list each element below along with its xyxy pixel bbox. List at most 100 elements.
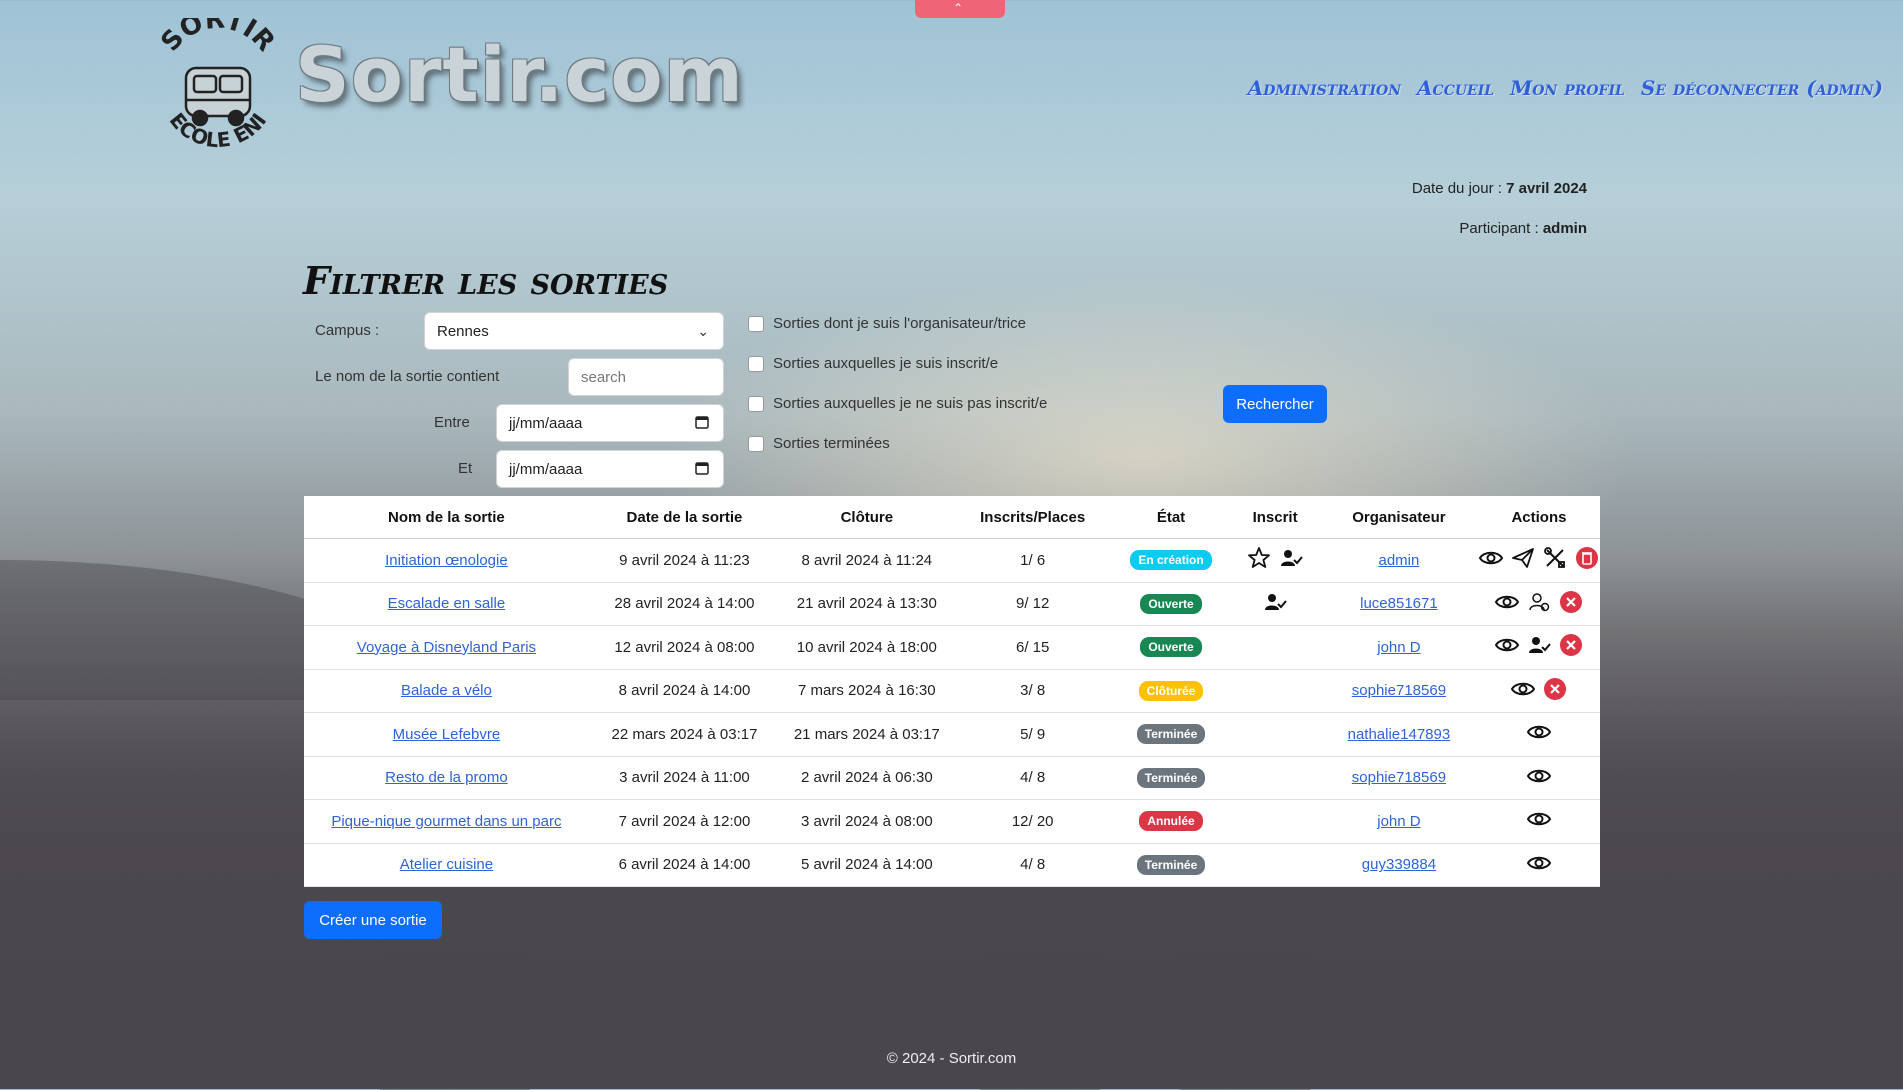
column-header: Actions bbox=[1477, 496, 1600, 539]
cancel-icon[interactable] bbox=[1558, 589, 1584, 615]
organisateur-link[interactable]: sophie718569 bbox=[1352, 682, 1446, 699]
nav-mon-profil[interactable]: Mon profil bbox=[1510, 76, 1625, 100]
status-badge: Terminée bbox=[1136, 854, 1206, 875]
checkbox-box[interactable] bbox=[748, 435, 764, 452]
checkbox-terminees[interactable]: Sorties terminées bbox=[748, 435, 890, 452]
campus-select[interactable]: Rennes ⌄ bbox=[424, 312, 724, 350]
sortie-cloture: 21 mars 2024 à 03:17 bbox=[793, 725, 940, 743]
status-badge: Ouverte bbox=[1140, 593, 1202, 614]
date-end-input[interactable]: jj/mm/aaaa bbox=[496, 450, 724, 488]
table-row: Pique-nique gourmet dans un parc 7 avril … bbox=[304, 799, 1600, 844]
sortie-name-link[interactable]: Atelier cuisine bbox=[400, 856, 493, 873]
user-check-icon bbox=[1265, 593, 1287, 610]
sortie-name-link[interactable]: Balade a vélo bbox=[401, 682, 492, 699]
star-icon bbox=[1248, 547, 1270, 569]
nav-accueil[interactable]: Accueil bbox=[1417, 76, 1494, 100]
cell-name: Voyage à Disneyland Paris bbox=[304, 625, 589, 670]
sortie-date: 7 avril 2024 à 12:00 bbox=[618, 812, 751, 830]
checkbox-box[interactable] bbox=[748, 395, 764, 412]
sortie-name-link[interactable]: Resto de la promo bbox=[385, 769, 508, 786]
calendar-icon[interactable] bbox=[695, 461, 709, 475]
organisateur-link[interactable]: john D bbox=[1377, 813, 1420, 830]
cell-name: Pique-nique gourmet dans un parc bbox=[304, 799, 589, 844]
logo: SORTIR ECOLE ENI bbox=[155, 18, 280, 152]
cell-actions bbox=[1477, 538, 1600, 583]
sortie-name-link[interactable]: Initiation œnologie bbox=[385, 552, 508, 569]
campus-label: Campus : bbox=[315, 322, 380, 339]
organisateur-link[interactable]: luce851671 bbox=[1360, 595, 1438, 612]
column-header: Inscrit bbox=[1230, 496, 1320, 539]
user-check-icon[interactable] bbox=[1526, 632, 1552, 658]
organisateur-link[interactable]: admin bbox=[1378, 552, 1419, 569]
organisateur-link[interactable]: john D bbox=[1377, 639, 1420, 656]
eye-icon[interactable] bbox=[1494, 632, 1520, 658]
sortie-places: 9/ 12 bbox=[1015, 595, 1050, 613]
cell-organisateur: luce851671 bbox=[1319, 582, 1478, 626]
cell-places: 12/ 20 bbox=[953, 799, 1112, 844]
eye-icon[interactable] bbox=[1526, 763, 1552, 789]
user-add-icon[interactable] bbox=[1526, 589, 1552, 615]
sortie-name-link[interactable]: Voyage à Disneyland Paris bbox=[357, 639, 536, 656]
tools-icon[interactable] bbox=[1542, 545, 1568, 571]
main-nav: Administration Accueil Mon profil Se déc… bbox=[1248, 76, 1883, 100]
eye-icon[interactable] bbox=[1526, 850, 1552, 876]
sortie-cloture: 5 avril 2024 à 14:00 bbox=[800, 856, 933, 874]
van-icon bbox=[184, 66, 252, 127]
cell-actions bbox=[1477, 582, 1600, 626]
action-icons bbox=[1526, 806, 1552, 832]
search-input[interactable]: search bbox=[568, 358, 724, 396]
eye-icon[interactable] bbox=[1478, 545, 1504, 571]
organisateur-link[interactable]: nathalie147893 bbox=[1348, 726, 1451, 743]
sortie-name-link[interactable]: Musée Lefebvre bbox=[393, 726, 501, 743]
create-sortie-button[interactable]: Créer une sortie bbox=[304, 901, 442, 939]
date-start-input[interactable]: jj/mm/aaaa bbox=[496, 404, 724, 442]
nav-administration[interactable]: Administration bbox=[1248, 76, 1401, 100]
cell-organisateur: john D bbox=[1319, 799, 1478, 844]
sortie-places: 4/ 8 bbox=[1020, 856, 1046, 874]
cell-inscrit bbox=[1230, 669, 1320, 713]
organisateur-link[interactable]: guy339884 bbox=[1362, 856, 1436, 873]
checkbox-inscrit[interactable]: Sorties auxquelles je suis inscrit/e bbox=[748, 355, 998, 372]
checkbox-label: Sorties auxquelles je suis inscrit/e bbox=[773, 355, 999, 372]
organisateur-link[interactable]: sophie718569 bbox=[1352, 769, 1446, 786]
cell-actions bbox=[1477, 669, 1600, 713]
checkbox-box[interactable] bbox=[748, 355, 764, 372]
cell-date: 7 avril 2024 à 12:00 bbox=[588, 799, 781, 844]
cell-inscrit bbox=[1230, 582, 1320, 626]
cell-inscrit bbox=[1230, 843, 1320, 887]
name-label: Le nom de la sortie contient bbox=[315, 368, 500, 385]
nav-se-deconnecter[interactable]: Se déconnecter (admin) bbox=[1641, 76, 1883, 100]
eye-icon[interactable] bbox=[1526, 806, 1552, 832]
sortie-cloture: 2 avril 2024 à 06:30 bbox=[800, 769, 933, 787]
cell-etat: Terminée bbox=[1111, 756, 1231, 800]
cell-etat: Ouverte bbox=[1111, 625, 1231, 670]
cell-cloture: 7 mars 2024 à 16:30 bbox=[780, 669, 954, 713]
eye-icon[interactable] bbox=[1494, 589, 1520, 615]
sortie-name-link[interactable]: Escalade en salle bbox=[388, 595, 506, 612]
cell-actions bbox=[1477, 712, 1600, 757]
checkbox-box[interactable] bbox=[748, 315, 764, 332]
trash-icon[interactable] bbox=[1574, 545, 1600, 571]
cell-actions bbox=[1477, 799, 1600, 844]
cell-inscrit bbox=[1230, 799, 1320, 844]
sortie-date: 12 avril 2024 à 08:00 bbox=[614, 638, 755, 656]
calendar-icon[interactable] bbox=[695, 415, 709, 429]
cell-actions bbox=[1477, 756, 1600, 800]
table-row: Resto de la promo 3 avril 2024 à 11:00 2 a… bbox=[304, 756, 1600, 800]
sortie-date: 3 avril 2024 à 11:00 bbox=[619, 769, 750, 787]
checkbox-non-inscrit[interactable]: Sorties auxquelles je ne suis pas inscri… bbox=[748, 395, 1047, 412]
search-placeholder: search bbox=[581, 368, 627, 386]
sortie-places: 4/ 8 bbox=[1020, 769, 1046, 787]
cancel-icon[interactable] bbox=[1542, 676, 1568, 702]
date-du-jour: Date du jour : 7 avril 2024 bbox=[1412, 180, 1587, 197]
cancel-icon[interactable] bbox=[1558, 632, 1584, 658]
eye-icon[interactable] bbox=[1510, 676, 1536, 702]
sortie-date: 8 avril 2024 à 14:00 bbox=[618, 682, 751, 700]
search-button[interactable]: Rechercher bbox=[1223, 385, 1327, 423]
participant-label: Participant : bbox=[1459, 220, 1539, 237]
send-icon[interactable] bbox=[1510, 545, 1536, 571]
sortie-name-link[interactable]: Pique-nique gourmet dans un parc bbox=[331, 813, 561, 830]
eye-icon[interactable] bbox=[1526, 719, 1552, 745]
scroll-top-tab[interactable]: ⌃ bbox=[915, 0, 1005, 18]
checkbox-organisateur[interactable]: Sorties dont je suis l'organisateur/tric… bbox=[748, 315, 1026, 332]
